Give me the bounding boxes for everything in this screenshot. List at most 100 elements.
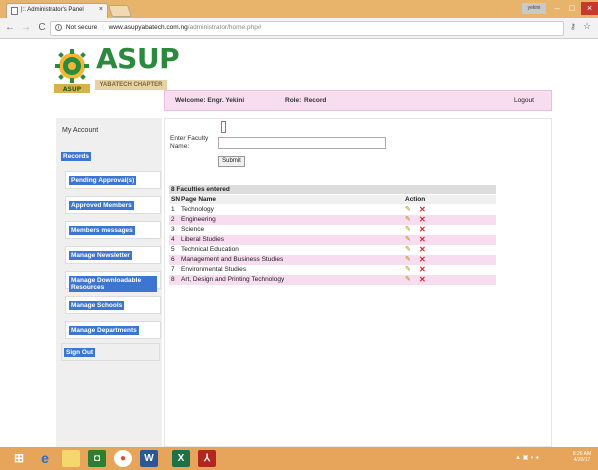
acrobat-icon[interactable]: ⅄	[198, 450, 216, 467]
row-sn: 4	[171, 236, 175, 243]
minimize-button[interactable]: –	[549, 2, 565, 15]
edit-pencil-icon[interactable]: ✎	[405, 275, 411, 285]
page-viewport: ASUP ASUP YABATECH CHAPTER Welcome: Engr…	[0, 40, 598, 447]
word-icon[interactable]: W	[140, 450, 158, 467]
sign-out-link[interactable]: Sign Out	[61, 343, 160, 361]
row-name: Engineering	[181, 216, 216, 223]
bookmark-star-icon[interactable]: ☆	[583, 21, 591, 32]
records-link[interactable]: Records	[61, 152, 92, 161]
delete-x-icon[interactable]: ✕	[419, 265, 426, 275]
faculty-name-input[interactable]	[218, 137, 386, 149]
sidebar-item-manage-departments[interactable]: Manage Departments	[65, 321, 161, 339]
sidebar-item-label: Manage Schools	[69, 301, 125, 310]
windows-taskbar: ⊞ e ◘ ● W X ⅄ ▲ ▣ ◖ ◂ 8:26 AM 4/20/17	[0, 447, 598, 470]
green-app-icon[interactable]: ◘	[88, 450, 106, 467]
row-name: Art, Design and Printing Technology	[181, 276, 285, 283]
url-path: /administrator/home.php#	[187, 24, 262, 32]
table-row: 4 Liberal Studies ✎ ✕	[169, 235, 496, 245]
row-name: Environmental Studies	[181, 266, 247, 273]
delete-x-icon[interactable]: ✕	[419, 225, 426, 235]
back-arrow-icon[interactable]: ←	[3, 21, 17, 35]
welcome-bar: Welcome: Engr. Yekini Role: Record Logou…	[164, 90, 552, 111]
svg-text:ASUP: ASUP	[63, 86, 82, 93]
sidebar-item-members-messages[interactable]: Members messages	[65, 221, 161, 239]
windows-start-icon[interactable]: ⊞	[10, 450, 28, 467]
sidebar-item-label: Manage Downloadable Resources	[69, 276, 157, 292]
logo-title: ASUP	[96, 42, 180, 75]
delete-x-icon[interactable]: ✕	[419, 245, 426, 255]
column-header-page-name: Page Name	[181, 196, 217, 203]
forward-arrow-icon[interactable]: →	[19, 21, 33, 35]
address-bar[interactable]: i Not secure | www.asupyabatech.com.ng/a…	[50, 21, 564, 36]
delete-x-icon[interactable]: ✕	[419, 235, 426, 245]
submit-button[interactable]: Submit	[218, 156, 245, 167]
faculty-count: 8 Faculties entered	[169, 185, 496, 194]
page-icon	[11, 7, 18, 15]
edit-pencil-icon[interactable]: ✎	[405, 235, 411, 245]
edit-pencil-icon[interactable]: ✎	[405, 255, 411, 265]
row-name: Liberal Studies	[181, 236, 224, 243]
role-value: Record	[304, 97, 327, 104]
clock-date: 4/20/17	[573, 457, 591, 463]
edit-pencil-icon[interactable]: ✎	[405, 205, 411, 215]
sidebar-item-approved-members[interactable]: Approved Members	[65, 196, 161, 214]
row-sn: 8	[171, 276, 175, 283]
edit-pencil-icon[interactable]: ✎	[405, 225, 411, 235]
table-row: 3 Science ✎ ✕	[169, 225, 496, 235]
sidebar-item-label: Manage Newsletter	[69, 251, 132, 260]
column-header-action: Action	[405, 196, 426, 203]
edit-pencil-icon[interactable]: ✎	[405, 215, 411, 225]
user-profile-badge[interactable]: yekini	[522, 3, 546, 14]
row-sn: 2	[171, 216, 175, 223]
close-window-button[interactable]: ×	[581, 2, 598, 15]
delete-x-icon[interactable]: ✕	[419, 275, 426, 285]
key-icon[interactable]: ⚷	[570, 22, 576, 31]
sign-out-label: Sign Out	[64, 348, 96, 357]
maximize-button[interactable]: □	[564, 2, 580, 15]
sidebar-item-manage-downloadable-resources[interactable]: Manage Downloadable Resources	[65, 271, 161, 292]
excel-icon[interactable]: X	[172, 450, 190, 467]
sidebar-item-pending-approvals[interactable]: Pending Approval(s)	[65, 171, 161, 189]
edit-pencil-icon[interactable]: ✎	[405, 265, 411, 275]
sidebar-item-manage-newsletter[interactable]: Manage Newsletter	[65, 246, 161, 264]
row-sn: 6	[171, 256, 175, 263]
row-sn: 5	[171, 246, 175, 253]
file-explorer-icon[interactable]	[62, 450, 80, 467]
table-row: 1 Technology ✎ ✕	[169, 205, 496, 215]
table-row: 2 Engineering ✎ ✕	[169, 215, 496, 225]
delete-x-icon[interactable]: ✕	[419, 205, 426, 215]
logo-subtitle: YABATECH CHAPTER	[95, 80, 167, 90]
sidebar: My Account Records Pending Approval(s) A…	[56, 118, 162, 447]
faculty-name-label: Enter Faculty Name:	[170, 135, 209, 150]
logout-link[interactable]: Logout	[514, 97, 534, 104]
row-sn: 3	[171, 226, 175, 233]
chrome-icon[interactable]: ●	[114, 450, 132, 467]
column-header-sn: SN	[171, 196, 181, 203]
system-tray[interactable]: ▲ ▣ ◖ ◂	[515, 454, 538, 461]
internet-explorer-icon[interactable]: e	[36, 450, 54, 467]
clock[interactable]: 8:26 AM 4/20/17	[567, 451, 597, 463]
role-label: Role:	[285, 97, 302, 104]
delete-x-icon[interactable]: ✕	[419, 255, 426, 265]
table-row: 5 Technical Education ✎ ✕	[169, 245, 496, 255]
sidebar-item-manage-schools[interactable]: Manage Schools	[65, 296, 161, 314]
browser-tab[interactable]: |:: Administrator's Panel ×	[6, 3, 108, 18]
address-toolbar: ← → C i Not secure | www.asupyabatech.co…	[0, 18, 598, 39]
records-label: Records	[61, 152, 92, 161]
table-row: 6 Management and Business Studies ✎ ✕	[169, 255, 496, 265]
url-host: www.asupyabatech.com.ng	[108, 24, 188, 32]
sidebar-item-label: Pending Approval(s)	[69, 176, 137, 185]
info-icon[interactable]: i	[55, 24, 62, 31]
new-tab-button[interactable]	[108, 5, 132, 17]
sidebar-item-label: Approved Members	[69, 201, 134, 210]
row-name: Science	[181, 226, 205, 233]
delete-x-icon[interactable]: ✕	[419, 215, 426, 225]
tab-title: |:: Administrator's Panel	[21, 7, 84, 13]
tab-close-icon[interactable]: ×	[99, 6, 103, 13]
table-row: 7 Environmental Studies ✎ ✕	[169, 265, 496, 275]
table-header: SN Page Name Action	[169, 195, 496, 204]
edit-pencil-icon[interactable]: ✎	[405, 245, 411, 255]
row-sn: 7	[171, 266, 175, 273]
reload-icon[interactable]: C	[35, 21, 49, 35]
my-account-link[interactable]: My Account	[62, 127, 98, 134]
